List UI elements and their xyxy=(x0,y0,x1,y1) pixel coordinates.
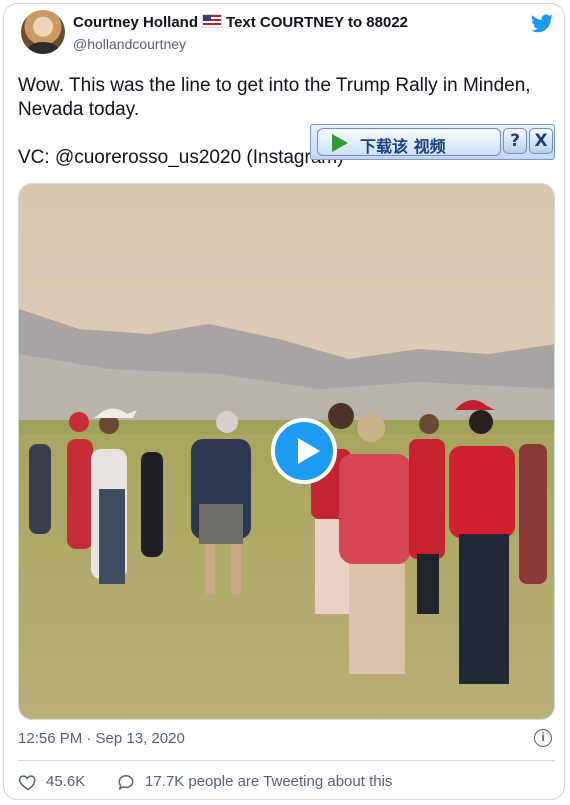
video-player[interactable] xyxy=(18,183,555,720)
heart-icon[interactable] xyxy=(18,772,38,792)
avatar[interactable] xyxy=(21,10,65,54)
author-name-line[interactable]: Courtney Holland Text COURTNEY to 88022 xyxy=(73,14,408,31)
display-name[interactable]: Courtney Holland xyxy=(73,14,198,31)
play-button[interactable] xyxy=(271,418,337,484)
author-handle[interactable]: @hollandcourtney xyxy=(73,36,186,52)
us-flag-icon xyxy=(202,14,223,28)
tweeting-count[interactable]: 17.7K people are Tweeting about this xyxy=(145,773,392,790)
info-icon[interactable]: i xyxy=(534,729,552,747)
divider xyxy=(18,760,555,761)
twitter-bird-icon[interactable] xyxy=(530,12,554,36)
help-button[interactable]: ? xyxy=(503,128,527,154)
download-video-label: 下载该 视频 xyxy=(360,137,446,156)
name-suffix: Text COURTNEY to 88022 xyxy=(226,14,409,31)
speech-bubble-icon[interactable] xyxy=(116,772,136,792)
close-button[interactable]: X xyxy=(529,128,553,154)
download-video-toolbar: 下载该 视频 ? X xyxy=(310,124,555,160)
tweet-timestamp[interactable]: 12:56 PM · Sep 13, 2020 xyxy=(18,730,185,747)
download-video-button[interactable]: 下载该 视频 xyxy=(317,128,501,156)
play-icon xyxy=(332,134,348,152)
like-count[interactable]: 45.6K xyxy=(46,773,85,790)
